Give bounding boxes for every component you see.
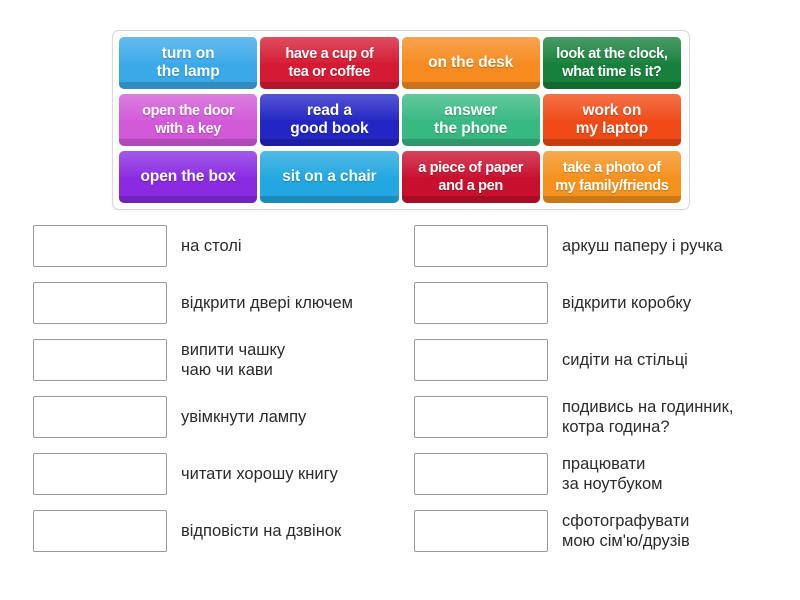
word-tile[interactable]: on the desk <box>401 37 540 89</box>
word-tile-label: turn on the lamp <box>156 45 220 80</box>
word-tile[interactable]: work on my laptop <box>542 94 681 146</box>
answer-column-right: аркуш паперу і ручка відкрити коробку сиді… <box>414 225 799 567</box>
word-tile-label: a piece of paper and a pen <box>418 160 524 194</box>
answer-row: увімкнути лампу <box>33 396 418 438</box>
word-tile-label: answer the phone <box>434 102 508 137</box>
answer-drop-box[interactable] <box>414 453 548 495</box>
word-tile[interactable]: a piece of paper and a pen <box>401 151 540 203</box>
tile-row: open the box sit on a chair a piece of pap… <box>119 151 684 207</box>
answer-row: читати хорошу книгу <box>33 453 418 495</box>
answer-drop-box[interactable] <box>33 339 167 381</box>
word-tile-label: sit on a chair <box>282 168 377 185</box>
answer-row: відповісти на дзвінок <box>33 510 418 552</box>
answer-prompt-text: сидіти на стільці <box>562 351 688 369</box>
answer-row: сидіти на стільці <box>414 339 799 381</box>
answer-drop-box[interactable] <box>414 396 548 438</box>
word-tile[interactable]: have a cup of tea or coffee <box>260 37 399 89</box>
answer-row: відкрити коробку <box>414 282 799 324</box>
word-tile[interactable]: open the door with a key <box>119 94 258 146</box>
word-tile[interactable]: look at the clock, what time is it? <box>542 37 681 89</box>
answer-prompt-text: увімкнути лампу <box>181 408 307 426</box>
word-tile-label: open the door with a key <box>142 103 235 137</box>
answer-row: випити чашку чаю чи кави <box>33 339 418 381</box>
answer-drop-box[interactable] <box>33 282 167 324</box>
answer-prompt-text: відповісти на дзвінок <box>181 522 342 540</box>
answer-prompt-text: читати хорошу книгу <box>181 465 338 483</box>
word-tile-label: open the box <box>140 168 236 185</box>
word-tile-label: read a good book <box>290 102 369 137</box>
answer-row: відкрити двері ключем <box>33 282 418 324</box>
answer-drop-box[interactable] <box>414 510 548 552</box>
answer-drop-box[interactable] <box>33 396 167 438</box>
answer-prompt-text: на столі <box>181 237 242 255</box>
word-tile-label: take a photo of my family/friends <box>555 160 669 194</box>
answer-prompt-text: аркуш паперу і ручка <box>562 237 723 255</box>
answer-row: працювати за ноутбуком <box>414 453 799 495</box>
answer-row: подивись на годинник, котра година? <box>414 396 799 438</box>
word-tile-label: look at the clock, what time is it? <box>556 46 668 80</box>
answer-row: аркуш паперу і ручка <box>414 225 799 267</box>
tile-row: open the door with a key read a good book… <box>119 94 684 150</box>
answer-column-left: на столі відкрити двері ключем випити чашк… <box>33 225 418 567</box>
word-tile[interactable]: take a photo of my family/friends <box>542 151 681 203</box>
word-tile[interactable]: answer the phone <box>401 94 540 146</box>
answer-drop-box[interactable] <box>33 510 167 552</box>
answer-drop-box[interactable] <box>414 225 548 267</box>
word-tile[interactable]: read a good book <box>260 94 399 146</box>
answer-drop-box[interactable] <box>33 453 167 495</box>
word-tile-label: have a cup of tea or coffee <box>285 46 374 80</box>
word-bank-panel: turn on the lamp have a cup of tea or cof… <box>112 30 690 210</box>
answer-prompt-text: відкрити двері ключем <box>181 294 354 312</box>
word-tile-label: work on my laptop <box>575 102 649 137</box>
answer-drop-box[interactable] <box>33 225 167 267</box>
tile-row: turn on the lamp have a cup of tea or cof… <box>119 37 684 93</box>
answer-drop-box[interactable] <box>414 282 548 324</box>
answer-prompt-text: випити чашку чаю чи кави <box>181 341 286 379</box>
answer-drop-box[interactable] <box>414 339 548 381</box>
answer-prompt-text: сфотографувати мою сім'ю/друзів <box>562 512 690 550</box>
answer-prompt-text: працювати за ноутбуком <box>562 455 663 493</box>
word-tile-label: on the desk <box>428 54 514 71</box>
answer-row: на столі <box>33 225 418 267</box>
answer-prompt-text: відкрити коробку <box>562 294 692 312</box>
answer-row: сфотографувати мою сім'ю/друзів <box>414 510 799 552</box>
word-tile[interactable]: turn on the lamp <box>119 37 258 89</box>
word-tile[interactable]: sit on a chair <box>260 151 399 203</box>
answer-prompt-text: подивись на годинник, котра година? <box>562 398 734 436</box>
word-tile[interactable]: open the box <box>119 151 258 203</box>
